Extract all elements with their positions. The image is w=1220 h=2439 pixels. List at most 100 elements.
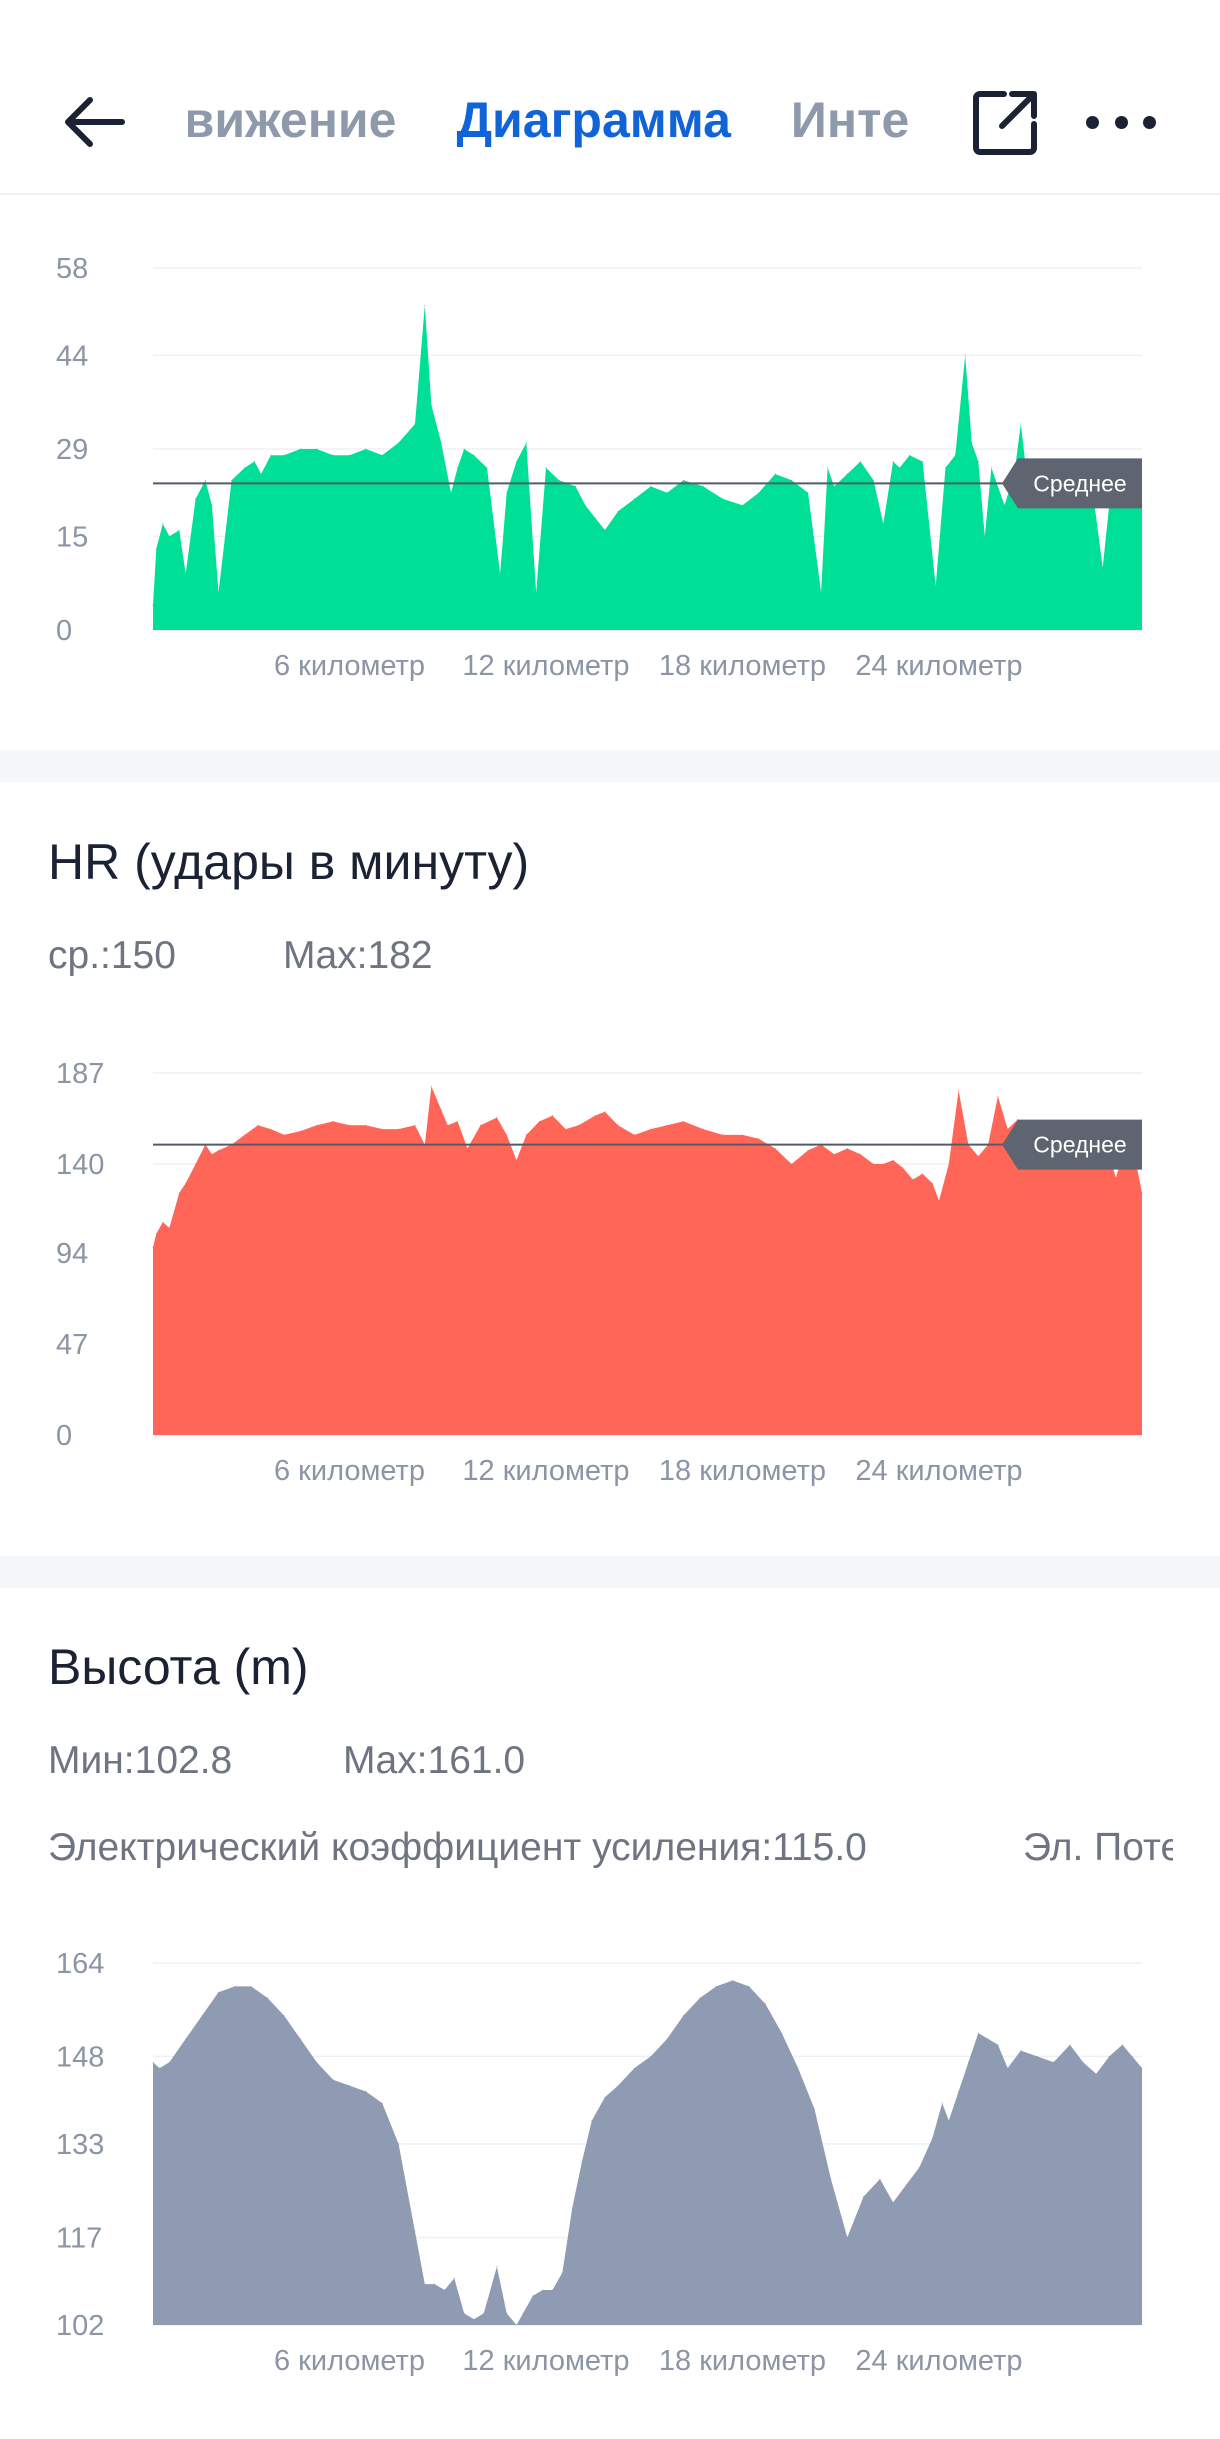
altitude-data-point: [571, 2207, 573, 2209]
altitude-data-point: [1069, 2044, 1071, 2046]
hr-data-point: [948, 1163, 950, 1165]
average-label: Среднее: [1033, 1132, 1126, 1158]
speed-data-point: [827, 467, 829, 469]
altitude-area-series: [153, 1980, 1142, 2325]
altitude-data-point: [591, 2120, 593, 2122]
speed-data-point: [633, 498, 635, 500]
hr-data-point: [873, 1163, 874, 1165]
altitude-data-point: [781, 2032, 783, 2034]
altitude-data-point: [365, 2091, 367, 2092]
altitude-data-point: [814, 2108, 815, 2110]
speed-data-point: [486, 467, 488, 469]
altitude-data-point: [1108, 2055, 1110, 2057]
arrow-left-icon: [65, 97, 125, 147]
altitude-data-point: [931, 2137, 933, 2139]
altitude-data-point: [168, 2061, 170, 2063]
more-options-button[interactable]: [1086, 100, 1156, 144]
speed-data-point: [1020, 423, 1022, 425]
speed-data-point: [846, 473, 848, 475]
hr-average-value: ср.:150: [48, 934, 176, 977]
hr-data-point: [398, 1128, 400, 1130]
x-tick-label: 18 километр: [659, 2345, 826, 2377]
external-share-icon: [973, 91, 1037, 155]
y-tick-label: 44: [56, 340, 88, 372]
hr-data-point: [666, 1124, 668, 1126]
altitude-data-point: [604, 2096, 606, 2098]
altitude-data-point: [250, 1985, 252, 1987]
altitude-gain-value: Электрический коэффициент усиления:115.0: [48, 1826, 867, 1869]
speed-data-point: [791, 479, 793, 481]
altitude-data-point: [1053, 2061, 1055, 2063]
altitude-data-point: [532, 2295, 534, 2297]
altitude-data-point: [516, 2324, 517, 2326]
x-tick-label: 12 километр: [462, 650, 629, 682]
speed-data-point: [506, 492, 508, 494]
speed-data-point: [964, 354, 966, 356]
hr-data-point: [742, 1134, 743, 1136]
hr-data-point: [496, 1117, 498, 1118]
altitude-data-point: [958, 2091, 960, 2092]
speed-data-point: [218, 592, 219, 594]
altitude-data-point: [152, 2061, 154, 2063]
speed-data-point: [971, 442, 973, 444]
more-dots-icon: [1114, 115, 1128, 129]
hr-data-point: [185, 1182, 187, 1184]
speed-data-point: [155, 548, 157, 550]
altitude-data-point: [633, 2067, 635, 2069]
speed-data-point: [807, 492, 809, 494]
speed-data-point: [666, 492, 668, 494]
tab-intervals[interactable]: Интервалы: [791, 91, 910, 149]
share-button[interactable]: [970, 88, 1040, 158]
x-tick-label: 6 километр: [274, 1455, 425, 1487]
speed-data-point: [702, 485, 704, 487]
tabs-scroller[interactable]: Движение Диаграмма Интервалы: [188, 60, 910, 180]
altitude-data-point: [283, 2015, 285, 2016]
y-tick-label: 148: [56, 2041, 104, 2073]
speed-data-point: [260, 473, 262, 475]
altitude-data-point: [552, 2289, 553, 2291]
x-tick-label: 18 километр: [659, 1455, 826, 1487]
tab-chart[interactable]: Диаграмма: [456, 91, 730, 149]
tab-movement[interactable]: Движение: [188, 91, 396, 149]
hr-data-point: [931, 1182, 933, 1184]
altitude-data-point: [332, 2079, 334, 2081]
speed-data-point: [859, 461, 861, 462]
hr-data-point: [299, 1130, 301, 1132]
speed-data-point: [244, 467, 246, 469]
altitude-data-point: [997, 2044, 999, 2046]
hr-data-point: [594, 1115, 596, 1117]
speed-data-point: [820, 592, 822, 594]
y-tick-label: 117: [56, 2222, 102, 2254]
hr-data-point: [650, 1128, 652, 1130]
hr-data-point: [218, 1149, 219, 1151]
speed-data-point: [525, 442, 527, 444]
hr-data-point: [365, 1124, 367, 1126]
altitude-data-point: [977, 2032, 979, 2034]
y-tick-label: 187: [56, 1058, 104, 1090]
hr-data-point: [807, 1149, 809, 1151]
speed-data-point: [1102, 567, 1104, 569]
altitude-data-point: [444, 2289, 445, 2291]
altitude-data-point: [434, 2283, 436, 2285]
x-tick-label: 12 километр: [462, 2345, 629, 2377]
hr-data-point: [774, 1148, 776, 1149]
altitude-data-point: [424, 2283, 426, 2285]
altitude-data-point: [683, 2015, 684, 2016]
altitude-data-point: [666, 2038, 668, 2040]
hr-data-point: [381, 1128, 383, 1130]
hr-data-point: [447, 1124, 449, 1126]
hr-data-point: [414, 1124, 416, 1126]
altitude-data-point: [879, 2178, 881, 2180]
altitude-data-point: [1007, 2067, 1009, 2069]
back-button[interactable]: [54, 82, 134, 162]
hr-data-point: [882, 1163, 884, 1165]
hr-data-point: [833, 1153, 835, 1155]
altitude-data-point: [398, 2143, 400, 2145]
speed-data-point: [774, 473, 776, 475]
speed-chart: 0 15 29 44 58 Среднее 6 километр 12 километр 18 …: [56, 253, 1143, 682]
hr-area-series: [153, 1086, 1142, 1435]
altitude-data-point: [905, 2184, 907, 2186]
altitude-data-point: [316, 2061, 318, 2063]
speed-data-point: [299, 448, 301, 450]
speed-data-point: [650, 485, 652, 487]
